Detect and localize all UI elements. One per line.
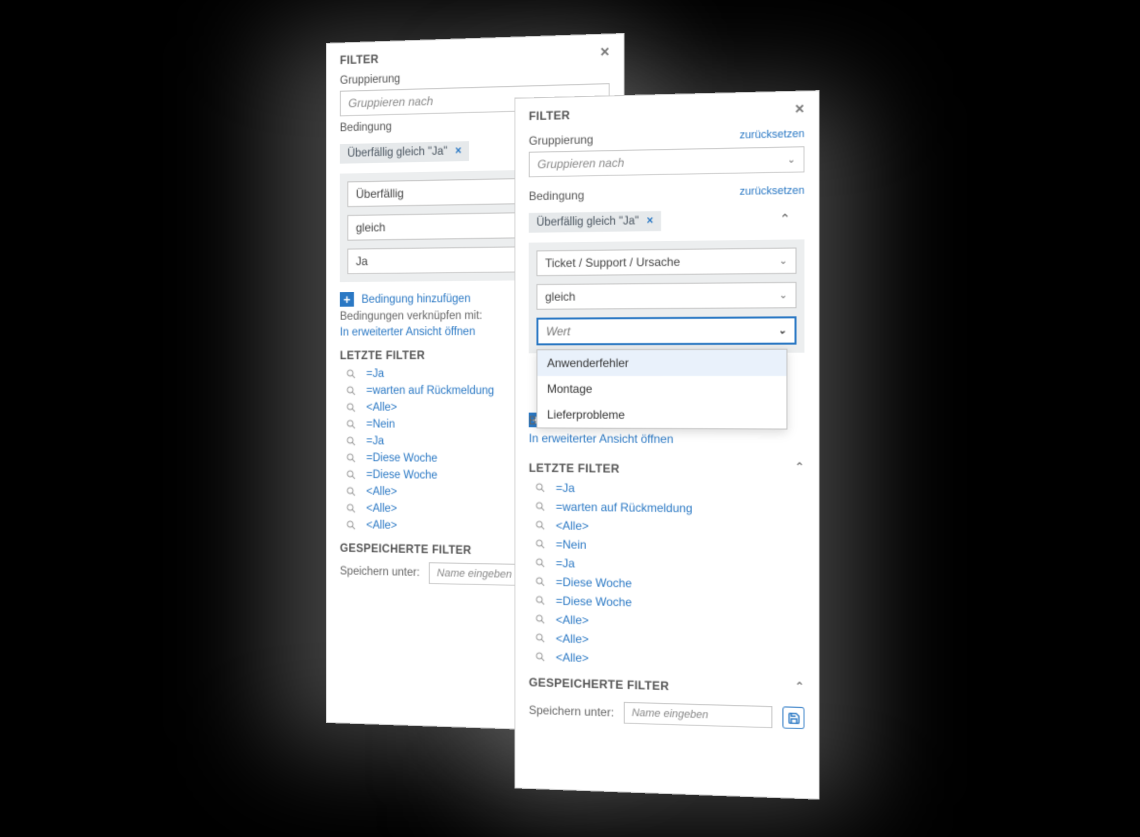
search-icon — [535, 557, 547, 569]
search-icon — [345, 368, 356, 380]
search-icon — [535, 651, 547, 663]
search-icon — [535, 501, 547, 513]
close-icon[interactable]: × — [600, 45, 610, 62]
collapse-icon[interactable]: ⌃ — [780, 211, 791, 227]
search-icon — [345, 519, 356, 531]
search-icon — [345, 385, 356, 397]
recent-filters-list: =Ja=warten auf Rückmeldung<Alle>=Nein=Ja… — [535, 481, 805, 671]
filter-panel-front: FILTER × Gruppierung zurücksetzen Gruppi… — [514, 90, 819, 800]
recent-filters-title: LETZTE FILTER — [529, 461, 620, 476]
search-icon — [345, 486, 356, 498]
recent-filter-item[interactable]: =Ja — [535, 481, 805, 498]
operator-select[interactable]: gleich⌄ — [536, 282, 796, 310]
group-by-select[interactable]: Gruppieren nach⌄ — [529, 146, 805, 177]
open-advanced-link[interactable]: In erweiterter Ansicht öffnen — [529, 431, 805, 447]
search-icon — [535, 519, 547, 531]
collapse-icon[interactable]: ⌃ — [794, 679, 804, 693]
recent-filter-item[interactable]: =Diese Woche — [535, 593, 805, 612]
search-icon — [345, 418, 356, 430]
chevron-down-icon: ⌄ — [778, 325, 786, 336]
search-icon — [535, 594, 547, 606]
search-icon — [535, 482, 547, 494]
save-as-label: Speichern unter: — [340, 566, 420, 579]
recent-filter-item[interactable]: <Alle> — [535, 631, 805, 651]
recent-filter-item[interactable]: <Alle> — [535, 612, 805, 632]
recent-filter-item[interactable]: =Diese Woche — [535, 575, 805, 594]
saved-filters-title: GESPEICHERTE FILTER — [529, 675, 669, 693]
plus-icon: + — [340, 292, 354, 307]
search-icon — [535, 613, 547, 625]
reset-grouping-link[interactable]: zurücksetzen — [740, 128, 805, 141]
condition-chip: Überfällig gleich "Ja"× — [340, 141, 469, 164]
save-as-label: Speichern unter: — [529, 703, 614, 719]
condition-editor: Ticket / Support / Ursache⌄ gleich⌄ Wert… — [529, 239, 805, 353]
chevron-down-icon: ⌄ — [779, 290, 787, 301]
field-select[interactable]: Ticket / Support / Ursache⌄ — [536, 248, 796, 277]
chevron-down-icon: ⌄ — [779, 255, 787, 266]
condition-label: Bedingung — [529, 188, 584, 203]
search-icon — [535, 632, 547, 644]
recent-filter-item[interactable]: =Ja — [535, 556, 805, 574]
save-icon — [787, 711, 800, 725]
search-icon — [345, 452, 356, 464]
search-icon — [345, 402, 356, 414]
condition-chip: Überfällig gleich "Ja"× — [529, 211, 661, 233]
panel-title: FILTER — [340, 54, 379, 67]
reset-condition-link[interactable]: zurücksetzen — [740, 185, 805, 198]
close-icon[interactable]: × — [795, 102, 805, 118]
save-name-input[interactable]: Name eingeben — [624, 702, 773, 728]
grouping-label: Gruppierung — [529, 133, 594, 148]
search-icon — [535, 538, 547, 550]
recent-filter-item[interactable]: <Alle> — [535, 518, 805, 536]
collapse-icon[interactable]: ⌃ — [794, 460, 804, 474]
recent-filter-item[interactable]: =Nein — [535, 537, 805, 555]
search-icon — [345, 435, 356, 447]
chip-remove-icon[interactable]: × — [455, 145, 461, 157]
chevron-down-icon: ⌄ — [787, 154, 795, 165]
search-icon — [345, 502, 356, 514]
panel-title: FILTER — [529, 108, 570, 123]
value-select[interactable]: Wert⌄ — [536, 316, 796, 345]
search-icon — [345, 469, 356, 481]
chip-remove-icon[interactable]: × — [647, 215, 654, 227]
recent-filter-item[interactable]: =warten auf Rückmeldung — [535, 500, 805, 517]
search-icon — [535, 576, 547, 588]
save-button[interactable] — [782, 706, 804, 729]
